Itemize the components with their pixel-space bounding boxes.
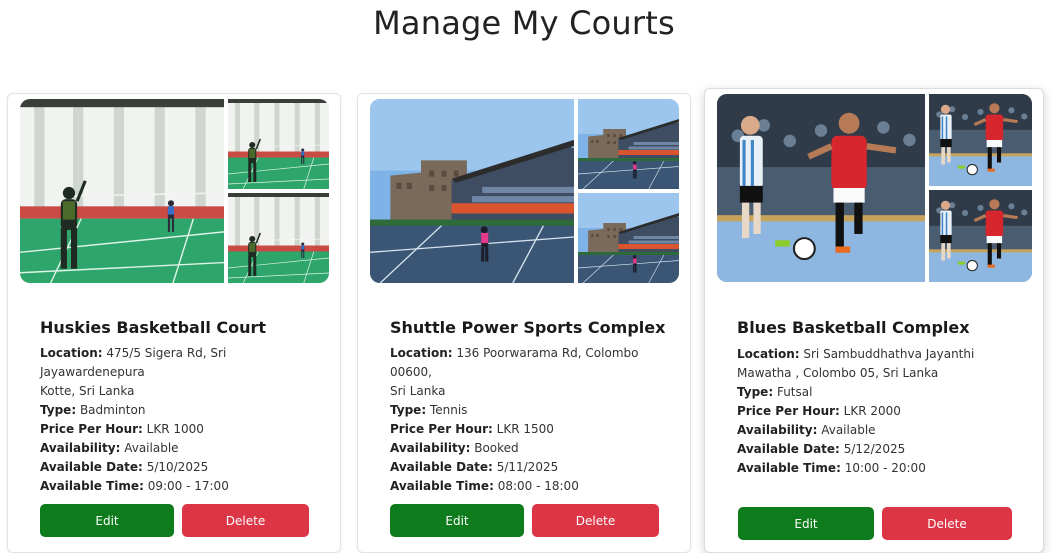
date-value: 5/11/2025	[496, 460, 559, 474]
court-main-image[interactable]	[20, 99, 224, 283]
location-value-cont: Sri Lanka	[390, 384, 446, 398]
date-label: Available Date:	[40, 460, 143, 474]
court-card: Huskies Basketball Court Location: 475/5…	[7, 93, 341, 553]
court-card: Shuttle Power Sports Complex Location: 1…	[357, 93, 691, 553]
location-value-cont: Mawatha , Colombo 05, Sri Lanka	[737, 366, 939, 380]
page-title: Manage My Courts	[373, 4, 675, 42]
court-main-image[interactable]	[717, 94, 925, 282]
court-thumb-image[interactable]	[929, 190, 1032, 282]
edit-button[interactable]: Edit	[40, 504, 174, 537]
delete-button[interactable]: Delete	[882, 507, 1012, 540]
availability-value: Available	[821, 423, 876, 437]
court-thumb-image[interactable]	[929, 94, 1032, 186]
time-label: Available Time:	[390, 479, 494, 493]
type-label: Type:	[390, 403, 427, 417]
price-label: Price Per Hour:	[737, 404, 840, 418]
time-value: 08:00 - 18:00	[497, 479, 579, 493]
time-value: 10:00 - 20:00	[844, 461, 926, 475]
date-value: 5/10/2025	[146, 460, 209, 474]
delete-button[interactable]: Delete	[182, 504, 309, 537]
location-value-cont: Kotte, Sri Lanka	[40, 384, 135, 398]
availability-value: Booked	[474, 441, 519, 455]
court-card: Blues Basketball Complex Location: Sri S…	[704, 88, 1044, 553]
type-value: Tennis	[429, 403, 468, 417]
court-main-image[interactable]	[370, 99, 574, 283]
court-name: Shuttle Power Sports Complex	[390, 318, 666, 337]
date-label: Available Date:	[737, 442, 840, 456]
type-label: Type:	[737, 385, 774, 399]
price-label: Price Per Hour:	[390, 422, 493, 436]
date-value: 5/12/2025	[843, 442, 906, 456]
location-label: Location:	[390, 346, 453, 360]
court-image-gallery	[20, 99, 329, 283]
court-image-gallery	[370, 99, 679, 283]
availability-label: Availability:	[390, 441, 471, 455]
time-label: Available Time:	[737, 461, 841, 475]
price-label: Price Per Hour:	[40, 422, 143, 436]
location-label: Location:	[40, 346, 103, 360]
type-value: Badminton	[79, 403, 146, 417]
date-label: Available Date:	[390, 460, 493, 474]
type-value: Futsal	[776, 385, 813, 399]
court-name: Huskies Basketball Court	[40, 318, 267, 337]
court-thumb-image[interactable]	[228, 99, 329, 189]
availability-label: Availability:	[737, 423, 818, 437]
price-value: LKR 1500	[496, 422, 554, 436]
court-thumb-image[interactable]	[578, 99, 679, 189]
location-label: Location:	[737, 347, 800, 361]
court-thumb-image[interactable]	[578, 193, 679, 283]
price-value: LKR 2000	[843, 404, 901, 418]
court-details: Location: 475/5 Sigera Rd, Sri Jayawarde…	[40, 344, 330, 496]
delete-button[interactable]: Delete	[532, 504, 659, 537]
edit-button[interactable]: Edit	[738, 507, 874, 540]
court-name: Blues Basketball Complex	[737, 318, 970, 337]
court-thumb-image[interactable]	[228, 193, 329, 283]
edit-button[interactable]: Edit	[390, 504, 524, 537]
type-label: Type:	[40, 403, 77, 417]
court-details: Location: 136 Poorwarama Rd, Colombo 006…	[390, 344, 680, 496]
availability-label: Availability:	[40, 441, 121, 455]
price-value: LKR 1000	[146, 422, 204, 436]
time-label: Available Time:	[40, 479, 144, 493]
availability-value: Available	[124, 441, 179, 455]
location-value: Sri Sambuddhathva Jayanthi	[803, 347, 975, 361]
court-image-gallery	[717, 94, 1032, 282]
court-details: Location: Sri Sambuddhathva Jayanthi Maw…	[737, 345, 1033, 478]
time-value: 09:00 - 17:00	[147, 479, 229, 493]
